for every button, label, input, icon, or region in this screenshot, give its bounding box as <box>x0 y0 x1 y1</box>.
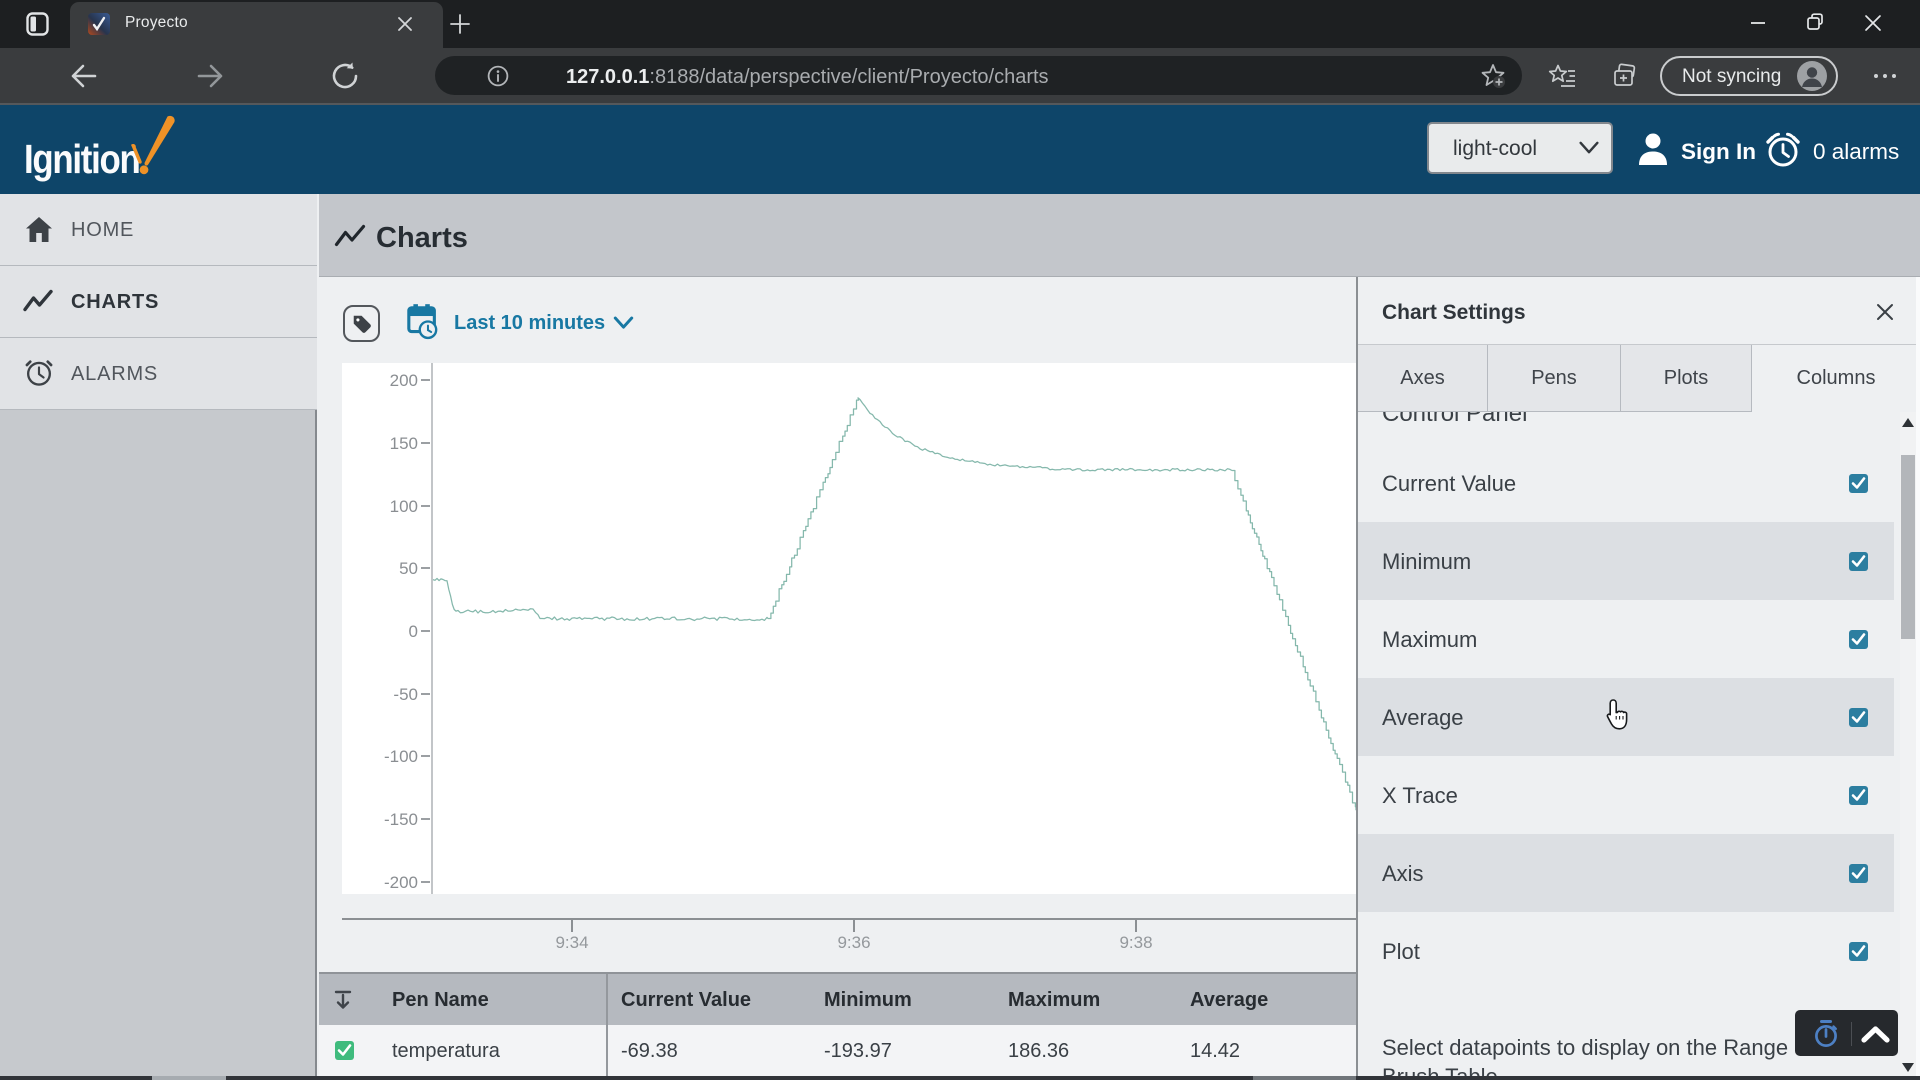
svg-text:Ignition: Ignition <box>24 137 140 182</box>
